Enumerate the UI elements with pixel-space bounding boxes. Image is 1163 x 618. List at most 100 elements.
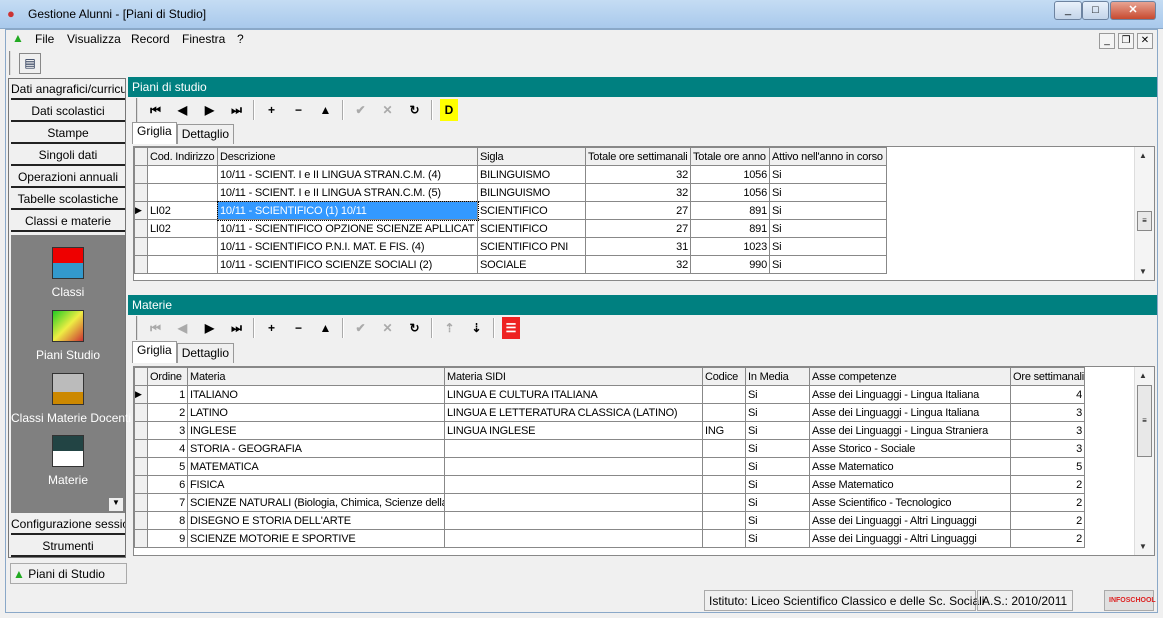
row-selector[interactable] [134,475,148,494]
sidebar-item-classi[interactable]: Classi [11,247,125,299]
last-button[interactable]: ⏭ [223,317,250,339]
table-row[interactable]: 3 INGLESE LINGUA INGLESE ING Si Asse dei Ling… [134,421,1085,440]
table-cell[interactable]: LINGUA E LETTERATURA CLASSICA (LATINO) [444,403,703,422]
close-button[interactable]: ✕ [1110,1,1156,20]
list-button[interactable]: ☰ [502,317,520,339]
table-cell[interactable]: Si [769,237,887,256]
table-cell[interactable]: SCIENTIFICO PNI [477,237,586,256]
table-cell[interactable] [147,237,218,256]
row-selector[interactable] [134,511,148,530]
prev-button[interactable]: ◀ [169,317,196,339]
table-cell[interactable]: Asse dei Linguaggi - Altri Linguaggi [809,511,1011,530]
sidebar-item-classi-materie-docenti[interactable]: Classi Materie Docenti [11,373,131,425]
table-cell[interactable]: 3 [1010,421,1085,440]
column-header[interactable]: Materia SIDI [444,367,703,386]
row-selector[interactable] [134,219,148,238]
table-row[interactable]: 7 SCIENZE NATURALI (Biologia, Chimica, Sc… [134,493,1085,512]
sidebar-item-piani-studio[interactable]: Piani Studio [11,310,125,362]
table-cell[interactable]: Si [745,403,810,422]
delete-button[interactable]: − [285,99,312,121]
table-cell[interactable]: Si [745,385,810,404]
table-cell[interactable] [444,511,703,530]
table-cell[interactable]: SCIENZE MOTORIE E SPORTIVE [187,529,445,548]
table-cell[interactable]: 32 [585,165,691,184]
menu-record[interactable]: Record [131,32,170,46]
table-cell[interactable]: Si [745,511,810,530]
table-cell[interactable]: LI02 [147,201,218,220]
first-button[interactable]: ⏮ [142,99,169,121]
table-cell[interactable] [444,439,703,458]
table-cell[interactable]: SCIENTIFICO [477,219,586,238]
table-cell[interactable]: 10/11 - SCIENTIFICO OPZIONE SCIENZE APLL… [217,219,478,238]
table-cell[interactable]: 1023 [690,237,770,256]
column-header[interactable]: Asse competenze [809,367,1011,386]
table-cell[interactable]: 8 [147,511,188,530]
table-cell[interactable]: Asse dei Linguaggi - Lingua Straniera [809,421,1011,440]
row-selector[interactable] [134,457,148,476]
delete-button[interactable]: − [285,317,312,339]
table-cell[interactable] [147,183,218,202]
edit-button[interactable]: ▲ [312,317,339,339]
table-cell[interactable]: 1056 [690,165,770,184]
next-button[interactable]: ▶ [196,317,223,339]
table-cell[interactable]: 32 [585,255,691,274]
table-cell[interactable]: Asse dei Linguaggi - Lingua Italiana [809,385,1011,404]
add-button[interactable]: + [258,99,285,121]
column-header[interactable]: Ore settimanali [1010,367,1085,386]
column-header[interactable]: In Media [745,367,810,386]
last-button[interactable]: ⏭ [223,99,250,121]
table-cell[interactable]: 4 [147,439,188,458]
table-row[interactable]: ▶ 1 ITALIANO LINGUA E CULTURA ITALIANA Si Ass… [134,385,1085,404]
table-cell[interactable]: 891 [690,201,770,220]
table-cell[interactable] [147,165,218,184]
table-cell[interactable] [702,475,746,494]
menu-visualizza[interactable]: Visualizza [67,32,121,46]
table-cell[interactable]: ITALIANO [187,385,445,404]
column-header[interactable]: Attivo nell'anno in corso [769,147,887,166]
table-cell[interactable]: 9 [147,529,188,548]
refresh-button[interactable]: ↻ [401,99,428,121]
table-cell[interactable]: Si [769,255,887,274]
sidebar-button-0[interactable]: Dati anagrafici/curriculum [11,79,125,100]
table-cell[interactable]: Asse dei Linguaggi - Altri Linguaggi [809,529,1011,548]
row-selector[interactable] [134,403,148,422]
minimize-button[interactable]: _ [1054,1,1082,20]
table-row[interactable]: 10/11 - SCIENT. I e II LINGUA STRAN.C.M.… [134,183,887,202]
row-selector[interactable] [134,529,148,548]
row-selector[interactable] [134,165,148,184]
row-selector[interactable] [134,493,148,512]
table-cell[interactable]: 10/11 - SCIENTIFICO (1) 10/11 [216,200,479,221]
table-cell[interactable]: Si [745,421,810,440]
table-cell[interactable]: 5 [1010,457,1085,476]
table-cell[interactable]: Asse dei Linguaggi - Lingua Italiana [809,403,1011,422]
table-cell[interactable]: FISICA [187,475,445,494]
table-cell[interactable]: 1 [147,385,188,404]
table-cell[interactable] [702,385,746,404]
edit-button[interactable]: ▲ [312,99,339,121]
row-selector[interactable] [134,439,148,458]
cancel-button[interactable]: ✕ [374,99,401,121]
maximize-button[interactable]: □ [1082,1,1109,20]
table-cell[interactable] [444,529,703,548]
table-cell[interactable] [702,493,746,512]
table-cell[interactable]: 6 [147,475,188,494]
mdi-restore-button[interactable]: ❐ [1118,33,1134,49]
table-cell[interactable]: 2 [1010,493,1085,512]
table-cell[interactable]: 10/11 - SCIENT. I e II LINGUA STRAN.C.M.… [217,165,478,184]
table-cell[interactable]: 10/11 - SCIENT. I e II LINGUA STRAN.C.M.… [217,183,478,202]
sidebar-button-bottom-1[interactable]: Strumenti [11,536,125,557]
active-window-tab[interactable]: ▲ Piani di Studio [10,563,127,584]
table-cell[interactable]: INGLESE [187,421,445,440]
prev-button[interactable]: ◀ [169,99,196,121]
column-header[interactable]: Totale ore settimanali [585,147,691,166]
column-header[interactable]: Materia [187,367,445,386]
list-view-button[interactable]: ▤ [19,53,41,74]
table-cell[interactable]: STORIA - GEOGRAFIA [187,439,445,458]
move_up-button[interactable]: ⇡ [436,317,463,339]
table-cell[interactable]: Asse Storico - Sociale [809,439,1011,458]
table-cell[interactable]: Si [769,165,887,184]
table-cell[interactable]: Si [769,183,887,202]
table-cell[interactable]: LI02 [147,219,218,238]
table-cell[interactable]: Asse Matematico [809,475,1011,494]
table-cell[interactable]: Asse Scientifico - Tecnologico [809,493,1011,512]
